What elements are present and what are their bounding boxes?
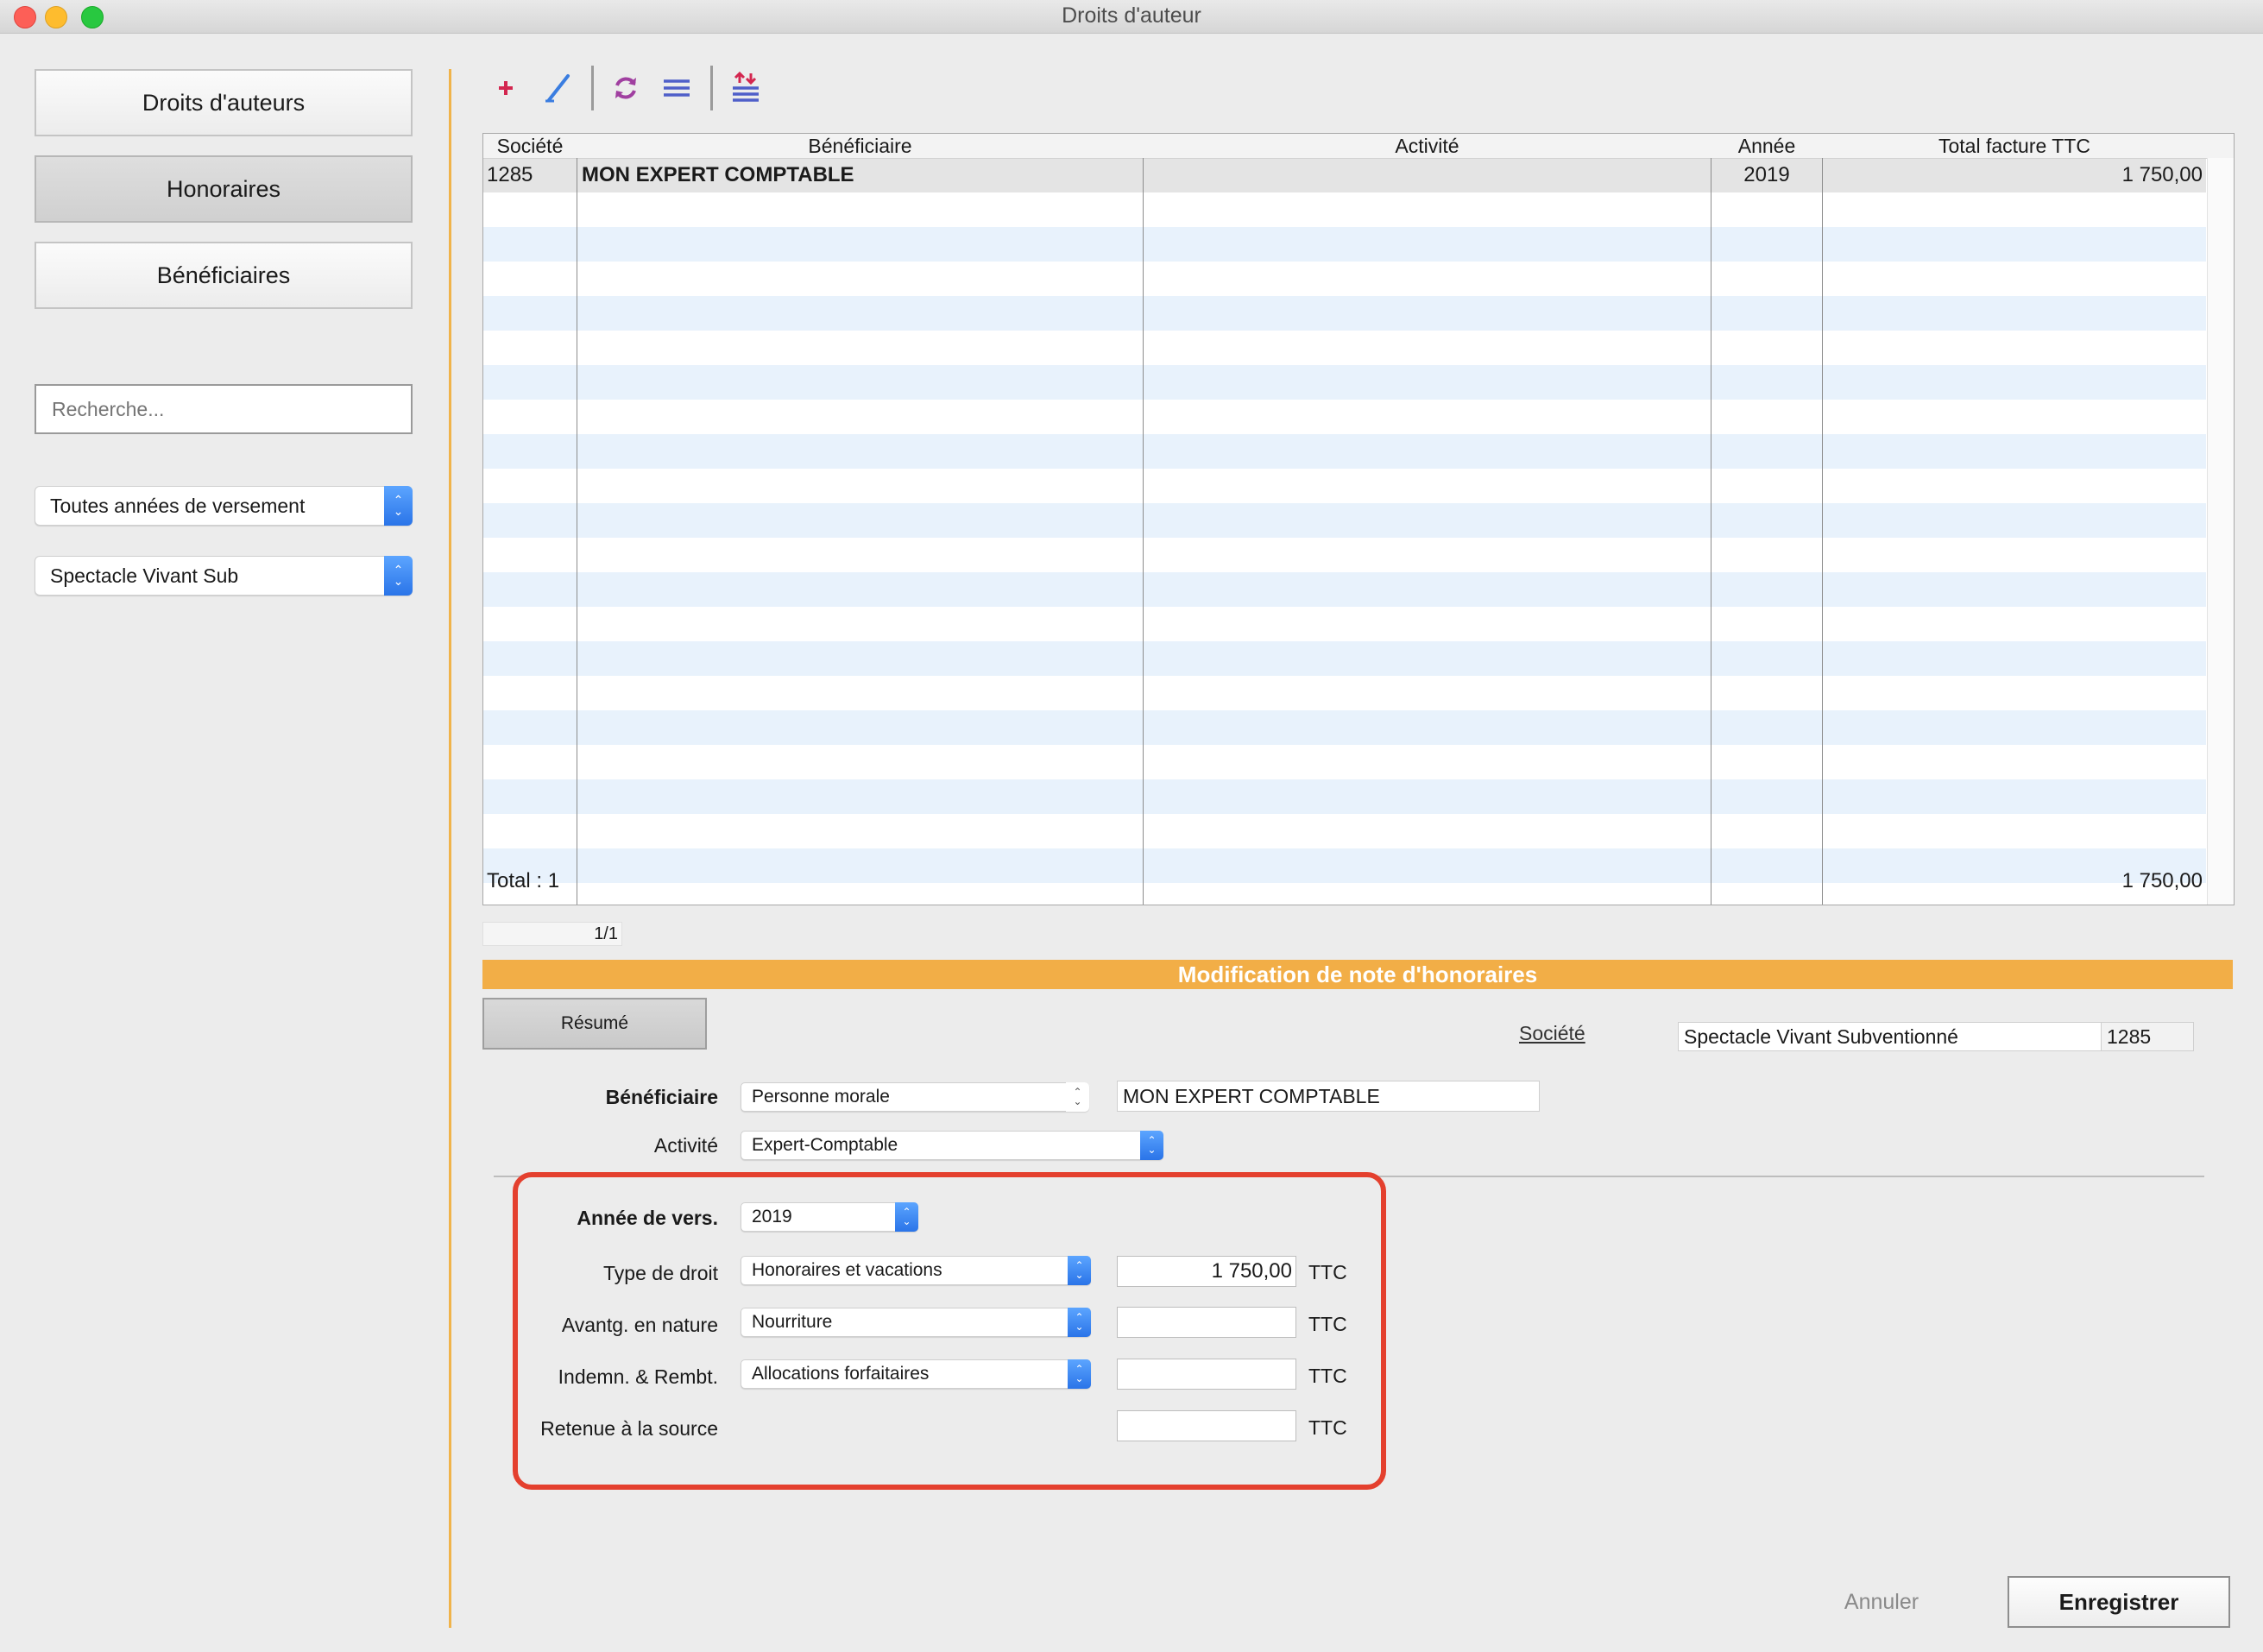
cell-total: 1 750,00 — [2121, 163, 2203, 186]
year-filter-value: Toutes années de versement — [50, 494, 306, 517]
chevron-updown-icon: ⌃ ⌄ — [1140, 1131, 1163, 1160]
column-divider — [1143, 158, 1144, 905]
indemn-unit: TTC — [1308, 1365, 1347, 1387]
beneficiaire-type-value: Personne morale — [752, 1087, 890, 1107]
activite-value: Expert-Comptable — [752, 1135, 898, 1155]
nav-beneficiaires-button[interactable]: Bénéficiaires — [35, 242, 413, 309]
window-title: Droits d'auteur — [1062, 3, 1201, 28]
row-stripe — [483, 365, 2206, 400]
row-stripe — [483, 192, 2206, 227]
row-stripe — [483, 331, 2206, 365]
col-header-beneficiaire[interactable]: Bénéficiaire — [577, 134, 1143, 158]
honoraires-table[interactable]: Société Bénéficiaire Activité Année Tota… — [482, 133, 2235, 905]
column-divider — [1822, 158, 1823, 905]
table-footer-total: 1 750,00 — [2121, 869, 2203, 892]
activite-select[interactable]: Expert-Comptable ⌃ ⌄ — [741, 1131, 1163, 1160]
col-header-annee[interactable]: Année — [1711, 134, 1822, 158]
year-filter-select[interactable]: Toutes années de versement ⌃ ⌄ — [35, 486, 413, 526]
table-footer-count: Total : 1 — [487, 869, 560, 892]
col-header-total[interactable]: Total facture TTC — [1823, 134, 2206, 158]
annee-select[interactable]: 2019 ⌃ ⌄ — [741, 1202, 918, 1232]
row-stripe — [483, 434, 2206, 469]
indemn-select[interactable]: Allocations forfaitaires ⌃ ⌄ — [741, 1359, 1091, 1389]
row-stripe — [483, 607, 2206, 641]
societe-code-field: 1285 — [2101, 1022, 2194, 1051]
row-stripe — [483, 400, 2206, 434]
nav-honoraires-button[interactable]: Honoraires — [35, 155, 413, 223]
company-filter-select[interactable]: Spectacle Vivant Sub ⌃ ⌄ — [35, 556, 413, 596]
avantages-label: Avantg. en nature — [561, 1314, 718, 1336]
title-bar: Droits d'auteur — [0, 0, 2263, 34]
cell-activite — [1148, 158, 1700, 192]
refresh-icon[interactable] — [608, 71, 643, 105]
beneficiaire-label: Bénéficiaire — [605, 1086, 718, 1108]
company-filter-value: Spectacle Vivant Sub — [50, 564, 239, 587]
search-input[interactable] — [35, 384, 413, 434]
row-stripe — [483, 779, 2206, 814]
row-stripe — [483, 296, 2206, 331]
nav-droits-auteurs-button[interactable]: Droits d'auteurs — [35, 69, 413, 136]
chevron-updown-icon: ⌃ ⌄ — [1068, 1256, 1091, 1285]
tab-resume[interactable]: Résumé — [482, 998, 707, 1050]
avantages-amount-input[interactable] — [1117, 1307, 1296, 1338]
avantages-unit: TTC — [1308, 1313, 1347, 1335]
row-stripe — [483, 710, 2206, 745]
type-droit-value: Honoraires et vacations — [752, 1260, 942, 1280]
retenue-amount-input[interactable] — [1117, 1410, 1296, 1441]
row-stripe — [483, 814, 2206, 848]
sort-icon[interactable] — [728, 71, 763, 105]
societe-link[interactable]: Société — [1519, 1022, 1585, 1045]
col-header-activite[interactable]: Activité — [1144, 134, 1711, 158]
retenue-unit: TTC — [1308, 1416, 1347, 1439]
toolbar-separator — [591, 66, 594, 110]
toolbar-separator — [710, 66, 713, 110]
edit-pen-icon[interactable] — [540, 71, 575, 105]
activite-label: Activité — [653, 1134, 718, 1157]
table-header: Société Bénéficiaire Activité Année Tota… — [483, 134, 2234, 159]
type-droit-select[interactable]: Honoraires et vacations ⌃ ⌄ — [741, 1256, 1091, 1285]
row-stripe — [483, 676, 2206, 710]
type-droit-label: Type de droit — [603, 1262, 718, 1284]
indemn-label: Indemn. & Rembt. — [558, 1365, 718, 1388]
chevron-updown-icon: ⌃ ⌄ — [1068, 1308, 1091, 1337]
chevron-updown-icon: ⌃ ⌄ — [895, 1202, 918, 1232]
type-droit-amount-input[interactable]: 1 750,00 — [1117, 1256, 1296, 1287]
indemn-value: Allocations forfaitaires — [752, 1364, 930, 1384]
chevron-updown-icon: ⌃ ⌄ — [384, 556, 413, 596]
type-droit-unit: TTC — [1308, 1261, 1347, 1283]
row-stripe — [483, 227, 2206, 262]
cell-societe: 1285 — [487, 163, 533, 186]
save-button[interactable]: Enregistrer — [2008, 1576, 2230, 1628]
table-scrollbar[interactable] — [2207, 158, 2234, 905]
row-stripe — [483, 262, 2206, 296]
cancel-button[interactable]: Annuler — [1821, 1576, 1942, 1628]
annee-label: Année de vers. — [577, 1207, 718, 1229]
list-icon[interactable] — [659, 71, 694, 105]
beneficiaire-name-field[interactable]: MON EXPERT COMPTABLE — [1117, 1081, 1540, 1112]
chevron-updown-icon: ⌃ ⌄ — [1068, 1359, 1091, 1389]
annee-value: 2019 — [752, 1207, 792, 1226]
page-indicator: 1/1 — [482, 922, 622, 946]
retenue-label: Retenue à la source — [540, 1417, 718, 1440]
panel-divider — [449, 69, 451, 1628]
col-header-societe[interactable]: Société — [483, 134, 577, 158]
beneficiaire-type-select[interactable]: Personne morale ⌃ ⌄ — [741, 1082, 1089, 1112]
avantages-value: Nourriture — [752, 1312, 833, 1332]
row-stripe — [483, 503, 2206, 538]
add-icon[interactable] — [489, 71, 523, 105]
chevron-updown-icon: ⌃ ⌄ — [384, 486, 413, 526]
row-stripe — [483, 641, 2206, 676]
chevron-updown-icon: ⌃ ⌄ — [1066, 1082, 1089, 1112]
societe-name-field: Spectacle Vivant Subventionné — [1678, 1022, 2102, 1051]
avantages-select[interactable]: Nourriture ⌃ ⌄ — [741, 1308, 1091, 1337]
cell-annee: 2019 — [1743, 163, 1790, 186]
row-stripe — [483, 745, 2206, 779]
indemn-amount-input[interactable] — [1117, 1359, 1296, 1390]
row-stripe — [483, 469, 2206, 503]
form-banner: Modification de note d'honoraires — [482, 960, 2233, 989]
row-stripe — [483, 572, 2206, 607]
row-stripe — [483, 538, 2206, 572]
cell-beneficiaire: MON EXPERT COMPTABLE — [582, 163, 854, 186]
